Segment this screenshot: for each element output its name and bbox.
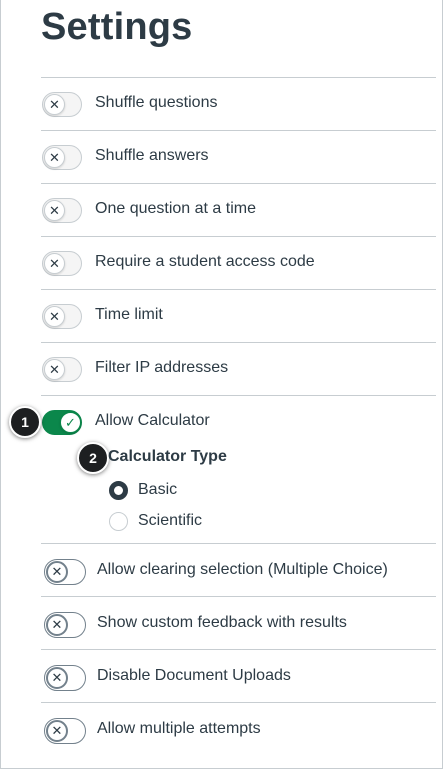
setting-label: Filter IP addresses <box>95 359 229 376</box>
close-icon: ✕ <box>46 720 68 742</box>
setting-label: One question at a time <box>95 200 256 217</box>
setting-label: Allow clearing selection (Multiple Choic… <box>97 561 388 578</box>
one-question-toggle[interactable]: ✕ <box>42 198 82 223</box>
radio-unselected-icon[interactable] <box>109 512 128 531</box>
setting-row-shuffle-answers: ✕ Shuffle answers <box>41 130 436 184</box>
allow-calculator-toggle[interactable]: ✓ <box>42 410 82 435</box>
setting-label: Time limit <box>95 306 163 323</box>
setting-row-custom-feedback: ✕ Show custom feedback with results <box>41 596 436 650</box>
callout-badge-1: 1 <box>9 406 41 438</box>
setting-label: Disable Document Uploads <box>97 667 291 684</box>
page-title: Settings <box>41 6 193 48</box>
close-icon: ✕ <box>44 253 65 274</box>
close-icon: ✕ <box>44 94 65 115</box>
callout-badge-2: 2 <box>77 442 109 474</box>
access-code-toggle[interactable]: ✕ <box>42 251 82 276</box>
radio-selected-icon[interactable] <box>109 481 128 500</box>
close-icon: ✕ <box>44 147 65 168</box>
setting-row-one-question-at-a-time: ✕ One question at a time <box>41 183 436 237</box>
setting-label: Shuffle questions <box>95 94 218 111</box>
close-icon: ✕ <box>46 561 68 583</box>
multiple-attempts-toggle[interactable]: ✕ <box>44 718 86 744</box>
setting-label: Shuffle answers <box>95 147 209 164</box>
setting-label: Allow multiple attempts <box>97 720 261 737</box>
setting-row-allow-clearing: ✕ Allow clearing selection (Multiple Cho… <box>41 543 436 597</box>
time-limit-toggle[interactable]: ✕ <box>42 304 82 329</box>
shuffle-answers-toggle[interactable]: ✕ <box>42 145 82 170</box>
setting-label: Require a student access code <box>95 253 315 270</box>
calculator-type-heading: Calculator Type <box>108 448 227 465</box>
close-icon: ✕ <box>44 200 65 221</box>
filter-ip-toggle[interactable]: ✕ <box>42 357 82 382</box>
setting-label: Allow Calculator <box>95 412 210 429</box>
allow-clearing-toggle[interactable]: ✕ <box>44 559 86 585</box>
setting-label: Show custom feedback with results <box>97 614 347 631</box>
setting-row-multiple-attempts: ✕ Allow multiple attempts <box>41 702 436 756</box>
setting-row-shuffle-questions: ✕ Shuffle questions <box>41 77 436 131</box>
close-icon: ✕ <box>44 306 65 327</box>
setting-row-access-code: ✕ Require a student access code <box>41 236 436 290</box>
custom-feedback-toggle[interactable]: ✕ <box>44 612 86 638</box>
radio-label: Scientific <box>138 512 203 529</box>
setting-row-time-limit: ✕ Time limit <box>41 289 436 343</box>
disable-uploads-toggle[interactable]: ✕ <box>44 665 86 691</box>
radio-label: Basic <box>138 481 178 498</box>
close-icon: ✕ <box>46 667 68 689</box>
setting-row-disable-uploads: ✕ Disable Document Uploads <box>41 649 436 703</box>
close-icon: ✕ <box>46 614 68 636</box>
shuffle-questions-toggle[interactable]: ✕ <box>42 92 82 117</box>
setting-row-filter-ip: ✕ Filter IP addresses <box>41 342 436 396</box>
close-icon: ✕ <box>44 359 65 380</box>
checkmark-icon: ✓ <box>60 412 81 433</box>
